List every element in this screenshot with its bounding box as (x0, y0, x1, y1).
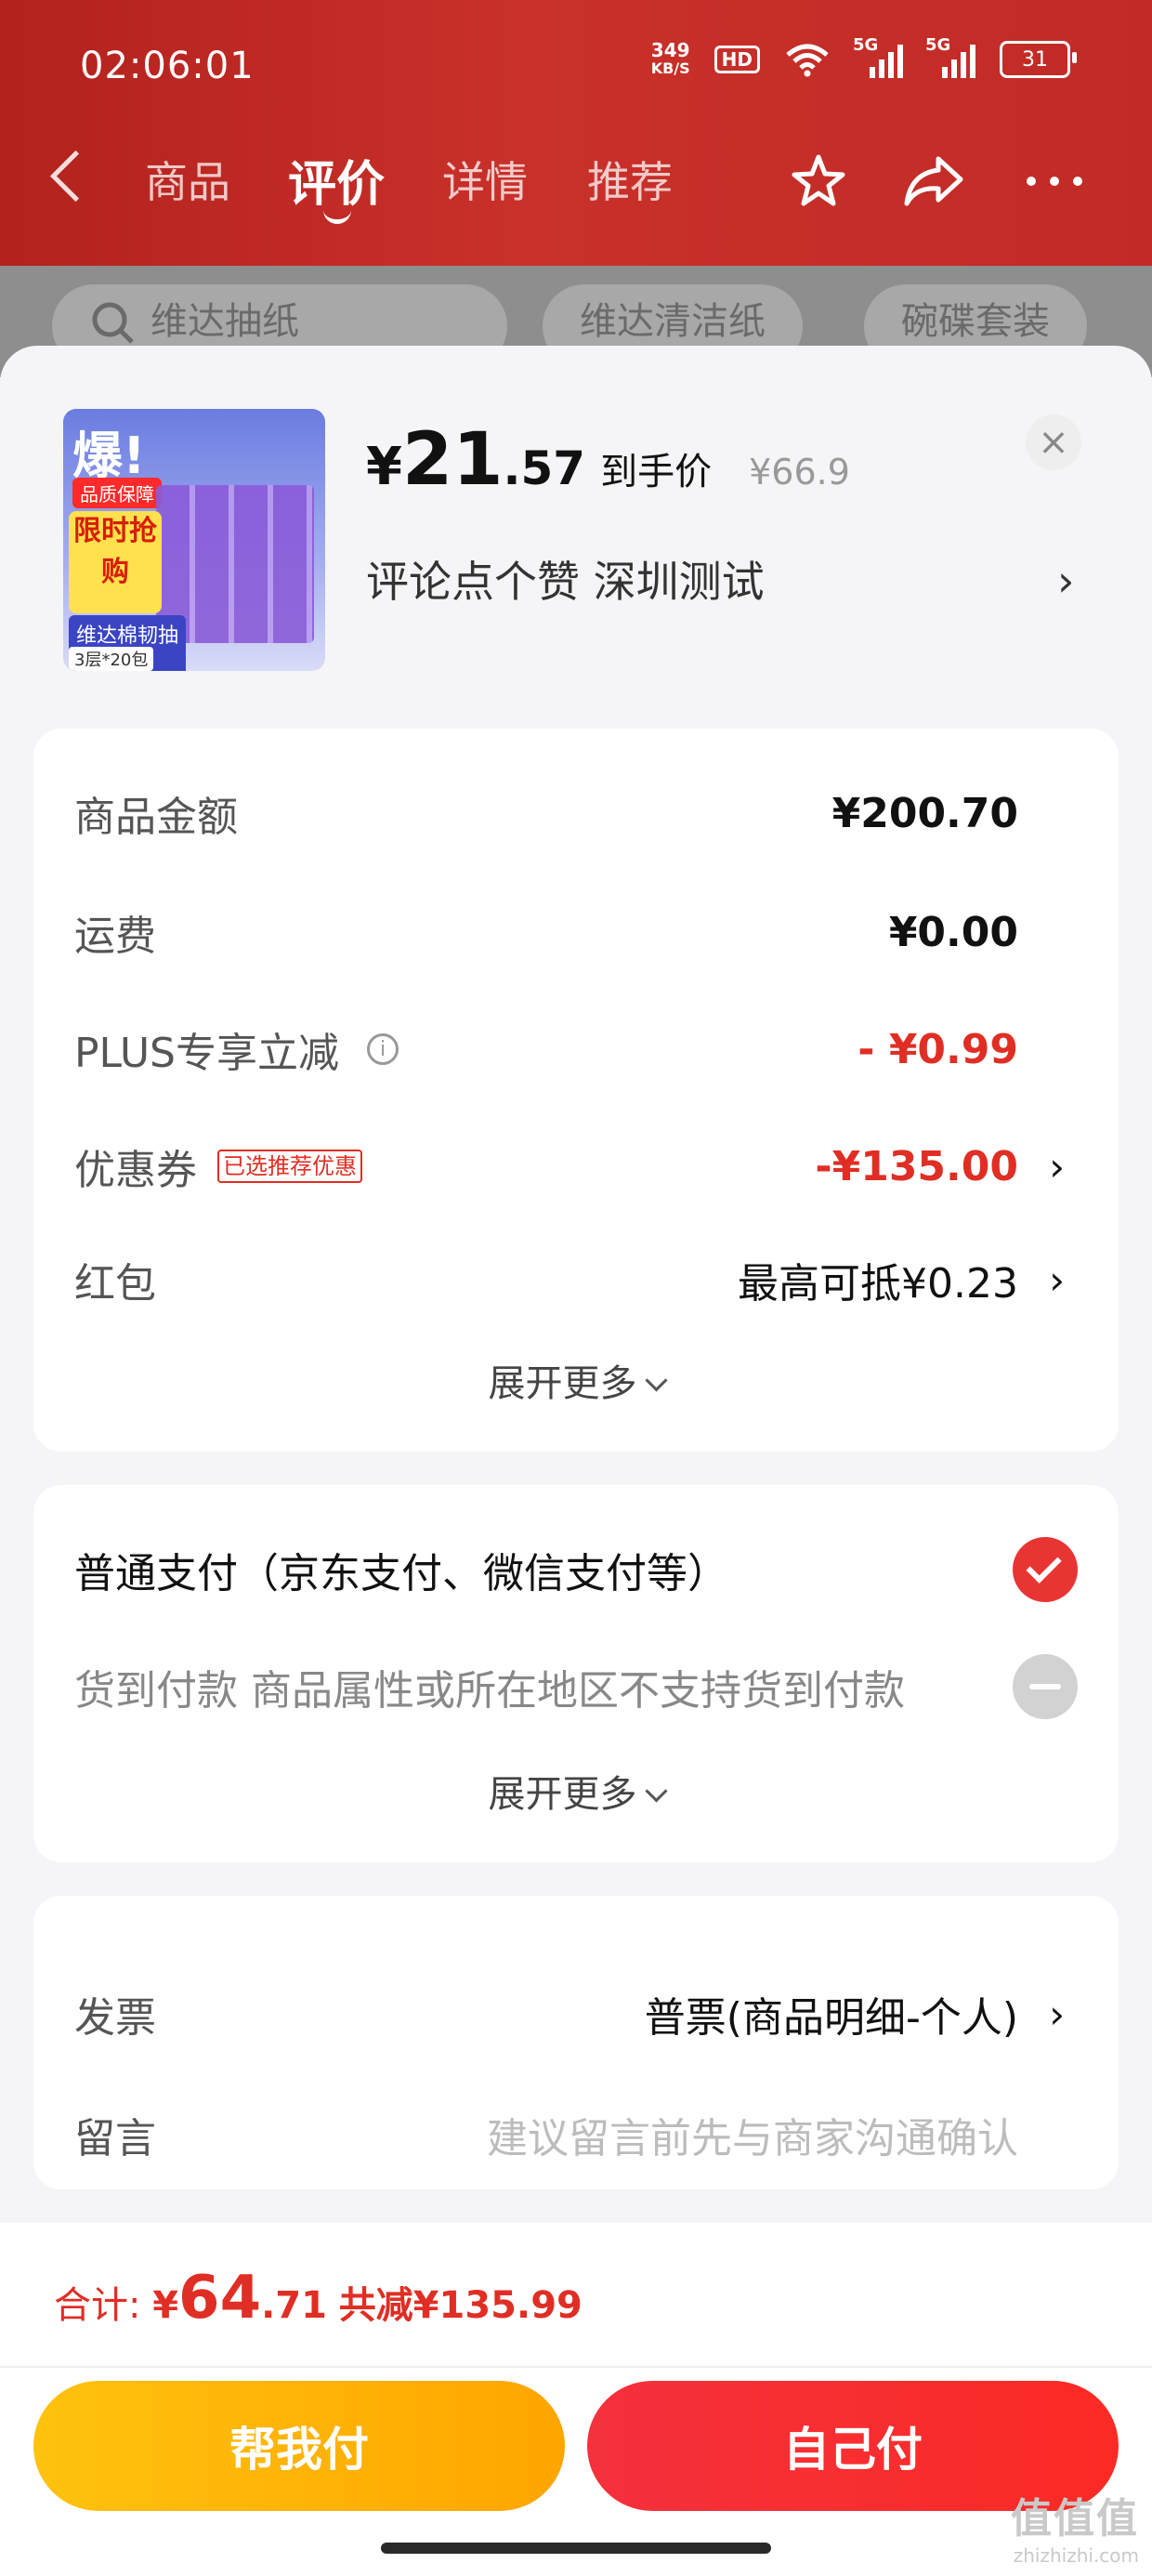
help-pay-button[interactable]: 帮我付 (33, 2381, 565, 2511)
product-image: 爆! 品质保障 限时抢购 维达棉韧抽纸 3层*20包 (63, 409, 325, 671)
battery-level: 31 (1022, 47, 1048, 72)
summary-row-plus: PLUS专享立减 i - ¥0.99 (74, 1017, 1078, 1082)
price-currency: ¥ (366, 437, 402, 497)
chevron-right-icon[interactable]: › (1049, 1257, 1065, 1303)
message-input[interactable]: 建议留言前先与商家沟通确认 (487, 2105, 1018, 2164)
search-chip-1-label: 维达抽纸 (151, 300, 299, 343)
order-total: 合计: ¥64.71 共减¥135.99 (54, 2264, 583, 2333)
tab-product[interactable]: 商品 (145, 149, 230, 210)
coupon-badge: 已选推荐优惠 (217, 1150, 362, 1183)
wifi-icon (786, 44, 829, 77)
chevron-down-icon (644, 1780, 668, 1803)
payment-option-normal[interactable]: 普通支付（京东支付、微信支付等） (74, 1537, 1078, 1602)
original-price: ¥66.9 (749, 452, 850, 493)
total-discount: 共减¥135.99 (338, 2284, 583, 2327)
product-image-boom: 爆! (72, 427, 146, 485)
chevron-right-icon[interactable]: › (1057, 556, 1074, 606)
active-tab-indicator (323, 206, 351, 224)
favorite-star-icon[interactable] (786, 149, 851, 214)
goods-amount-value: ¥200.70 (831, 789, 1018, 837)
message-row[interactable]: 留言 建议留言前先与商家沟通确认 (74, 2102, 1078, 2167)
expand-more-payment[interactable]: 展开更多 (33, 1764, 1119, 1818)
total-label: 合计: (54, 2284, 141, 2327)
close-icon[interactable]: × (1026, 414, 1081, 470)
watermark-logo: 值值值 (1011, 2495, 1139, 2543)
red-packet-value: 最高可抵¥0.23 (738, 1260, 1018, 1308)
network-speed-unit: KB/S (650, 59, 690, 77)
summary-row-shipping: 运费 ¥0.00 (74, 900, 1078, 965)
watermark: 值值值 zhizhizhi.com (1011, 2485, 1139, 2567)
payment-option-cod: 货到付款 商品属性或所在地区不支持货到付款 (74, 1654, 1078, 1719)
checked-icon[interactable] (1013, 1537, 1078, 1602)
network-speed: 349 KB/S (651, 41, 690, 78)
battery-icon: 31 (1000, 41, 1077, 78)
payment-method-card: 普通支付（京东支付、微信支付等） 货到付款 商品属性或所在地区不支持货到付款 展… (33, 1485, 1119, 1862)
plus-discount-label: PLUS专享立减 (74, 1030, 339, 1077)
coupon-label: 优惠券 (74, 1147, 197, 1194)
chevron-right-icon[interactable]: › (1049, 1144, 1065, 1189)
chevron-down-icon (644, 1369, 668, 1392)
summary-row-coupon[interactable]: 优惠券 已选推荐优惠 -¥135.00 › (74, 1134, 1078, 1199)
info-icon[interactable]: i (367, 1033, 399, 1065)
invoice-row[interactable]: 发票 普票(商品明细-个人) › (74, 1981, 1078, 2046)
nav-bar: 商品 评价 详情 推荐 (0, 149, 1152, 242)
signal-icon-1: 5G (853, 35, 903, 78)
watermark-domain: zhizhizhi.com (1013, 2544, 1139, 2567)
tab-reviews[interactable]: 评价 (288, 145, 385, 215)
status-time: 02:06:01 (80, 45, 255, 87)
signal-icon-2: 5G (925, 35, 975, 78)
goods-amount-label: 商品金额 (74, 794, 238, 841)
status-icons: 349 KB/S HD 5G 5G 31 (651, 35, 1077, 78)
extras-card: 发票 普票(商品明细-个人) › 留言 建议留言前先与商家沟通确认 (33, 1896, 1119, 2189)
price-decimal: .57 (503, 441, 586, 495)
invoice-label: 发票 (74, 1994, 156, 2042)
product-price: ¥21.57 到手价 ¥66.9 (366, 418, 850, 502)
coupon-value: -¥135.00 (815, 1142, 1018, 1190)
total-currency: ¥ (152, 2284, 179, 2327)
shipping-value: ¥0.00 (888, 908, 1018, 956)
red-packet-label: 红包 (74, 1260, 156, 1308)
price-label: 到手价 (600, 451, 713, 493)
payment-cod-label: 货到付款 商品属性或所在地区不支持货到付款 (74, 1667, 905, 1715)
expand-more-summary[interactable]: 展开更多 (33, 1353, 1119, 1407)
share-icon[interactable] (901, 149, 966, 214)
expand-more-label: 展开更多 (488, 1773, 637, 1816)
signal-2-label: 5G (925, 35, 951, 55)
search-icon (92, 302, 134, 344)
invoice-value: 普票(商品明细-个人) (644, 1994, 1018, 2042)
more-options-icon[interactable] (1022, 149, 1087, 214)
order-summary-card: 商品金额 ¥200.70 运费 ¥0.00 PLUS专享立减 i - ¥0.99… (33, 729, 1119, 1452)
divider (0, 2366, 1152, 2368)
product-spec-selector[interactable]: 评论点个赞 深圳测试 (366, 548, 765, 610)
back-icon[interactable] (49, 150, 102, 203)
payment-normal-label: 普通支付（京东支付、微信支付等） (74, 1550, 728, 1597)
signal-1-label: 5G (853, 35, 879, 55)
disabled-icon (1013, 1654, 1078, 1719)
price-integer: 21 (401, 418, 504, 502)
product-image-spec: 3层*20包 (69, 647, 154, 671)
total-decimal: .71 (261, 2284, 327, 2327)
product-image-limited-tag: 限时抢购 (69, 511, 162, 613)
message-label: 留言 (74, 2115, 156, 2162)
chevron-right-icon[interactable]: › (1049, 1991, 1065, 2037)
product-image-quality-tag: 品质保障 (72, 478, 162, 508)
shipping-label: 运费 (74, 913, 156, 960)
hd-icon: HD (713, 46, 760, 73)
network-speed-value: 349 (650, 39, 690, 61)
home-indicator[interactable] (381, 2543, 771, 2554)
top-header: 02:06:01 349 KB/S HD 5G 5G 31 商品 评价 详情 推… (0, 0, 1152, 266)
tab-details[interactable]: 详情 (442, 149, 528, 210)
summary-row-goods: 商品金额 ¥200.70 (74, 781, 1078, 846)
total-integer: 64 (178, 2264, 262, 2333)
summary-row-redpacket[interactable]: 红包 最高可抵¥0.23 › (74, 1247, 1078, 1312)
plus-discount-value: - ¥0.99 (857, 1025, 1018, 1073)
tab-recommend[interactable]: 推荐 (587, 149, 673, 210)
expand-more-label: 展开更多 (488, 1362, 637, 1405)
